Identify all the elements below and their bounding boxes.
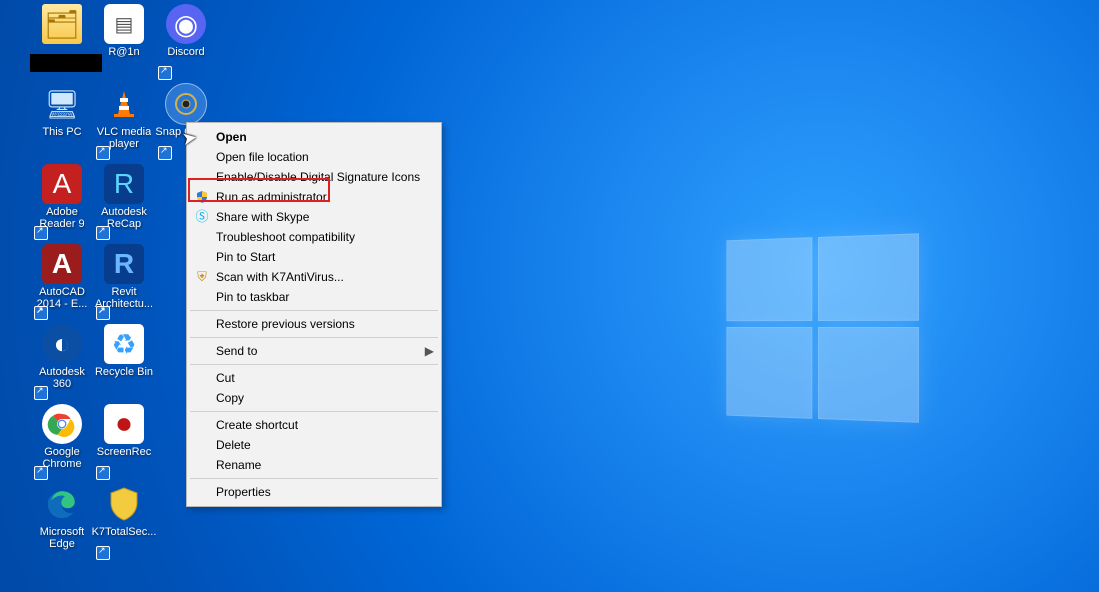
- shield-icon: [194, 189, 210, 205]
- icon-k7-total-security[interactable]: K7TotalSec...: [92, 484, 156, 560]
- menu-create-shortcut[interactable]: Create shortcut: [188, 415, 440, 435]
- icon-this-pc[interactable]: 🖥 This PC: [30, 84, 94, 160]
- icon-screenrec[interactable]: ⏺ ScreenRec: [92, 404, 156, 480]
- discord-icon: ◉: [166, 4, 206, 44]
- label: Microsoft Edge: [40, 526, 85, 550]
- menu-signature-icons[interactable]: Enable/Disable Digital Signature Icons: [188, 167, 440, 187]
- menu-send-to[interactable]: Send to ▶: [188, 341, 440, 361]
- menu-copy[interactable]: Copy: [188, 388, 440, 408]
- separator: [190, 364, 438, 365]
- label: Discord: [167, 46, 204, 58]
- context-menu: Open Open file location Enable/Disable D…: [186, 122, 442, 507]
- menu-pin-to-start[interactable]: Pin to Start: [188, 247, 440, 267]
- menu-pin-to-taskbar[interactable]: Pin to taskbar: [188, 287, 440, 307]
- menu-share-skype[interactable]: Ⓢ Share with Skype: [188, 207, 440, 227]
- menu-restore-versions[interactable]: Restore previous versions: [188, 314, 440, 334]
- label: ScreenRec: [97, 446, 151, 458]
- icon-revit[interactable]: R Revit Architectu...: [92, 244, 156, 320]
- redacted-label: [30, 54, 102, 72]
- icon-microsoft-edge[interactable]: Microsoft Edge: [30, 484, 94, 560]
- menu-run-as-admin[interactable]: Run as administrator: [188, 187, 440, 207]
- pc-icon: 🖥: [42, 84, 82, 124]
- label: Recycle Bin: [95, 366, 153, 378]
- icon-adobe-reader[interactable]: A Adobe Reader 9: [30, 164, 94, 240]
- icon-recycle-bin[interactable]: ♻ Recycle Bin: [92, 324, 156, 400]
- edge-icon: [42, 484, 82, 524]
- submenu-arrow-icon: ▶: [425, 341, 434, 361]
- adobe-reader-icon: A: [42, 164, 82, 204]
- folder-icon: 🗂: [42, 4, 82, 44]
- skype-icon: Ⓢ: [194, 209, 210, 225]
- k7-icon: [104, 484, 144, 524]
- screenrec-icon: ⏺: [104, 404, 144, 444]
- separator: [190, 411, 438, 412]
- recycle-bin-icon: ♻: [104, 324, 144, 364]
- icon-google-chrome[interactable]: Google Chrome: [30, 404, 94, 480]
- menu-open[interactable]: Open: [188, 127, 440, 147]
- icon-autodesk-360[interactable]: ◐ Autodesk 360: [30, 324, 94, 400]
- icon-vlc[interactable]: VLC media player: [92, 84, 156, 160]
- separator: [190, 478, 438, 479]
- text-file-icon: ▤: [104, 4, 144, 44]
- menu-delete[interactable]: Delete: [188, 435, 440, 455]
- windows-logo: [726, 233, 916, 420]
- menu-rename[interactable]: Rename: [188, 455, 440, 475]
- autocad-icon: A: [42, 244, 82, 284]
- menu-properties[interactable]: Properties: [188, 482, 440, 502]
- icon-autocad[interactable]: A AutoCAD 2014 - E...: [30, 244, 94, 320]
- recap-icon: R: [104, 164, 144, 204]
- separator: [190, 310, 438, 311]
- vlc-icon: [104, 84, 144, 124]
- chrome-icon: [42, 404, 82, 444]
- label: This PC: [42, 126, 81, 138]
- separator: [190, 337, 438, 338]
- label: K7TotalSec...: [92, 526, 157, 538]
- icon-autodesk-recap[interactable]: R Autodesk ReCap: [92, 164, 156, 240]
- menu-scan-k7[interactable]: ⛨ Scan with K7AntiVirus...: [188, 267, 440, 287]
- menu-cut[interactable]: Cut: [188, 368, 440, 388]
- icon-discord[interactable]: ◉ Discord: [154, 4, 218, 80]
- autodesk360-icon: ◐: [42, 324, 82, 364]
- menu-troubleshoot[interactable]: Troubleshoot compatibility: [188, 227, 440, 247]
- label: R@1n: [108, 46, 139, 58]
- menu-open-file-location[interactable]: Open file location: [188, 147, 440, 167]
- k7-shield-icon: ⛨: [194, 269, 210, 285]
- snap-camera-icon: [166, 84, 206, 124]
- revit-icon: R: [104, 244, 144, 284]
- label: Google Chrome: [42, 446, 81, 470]
